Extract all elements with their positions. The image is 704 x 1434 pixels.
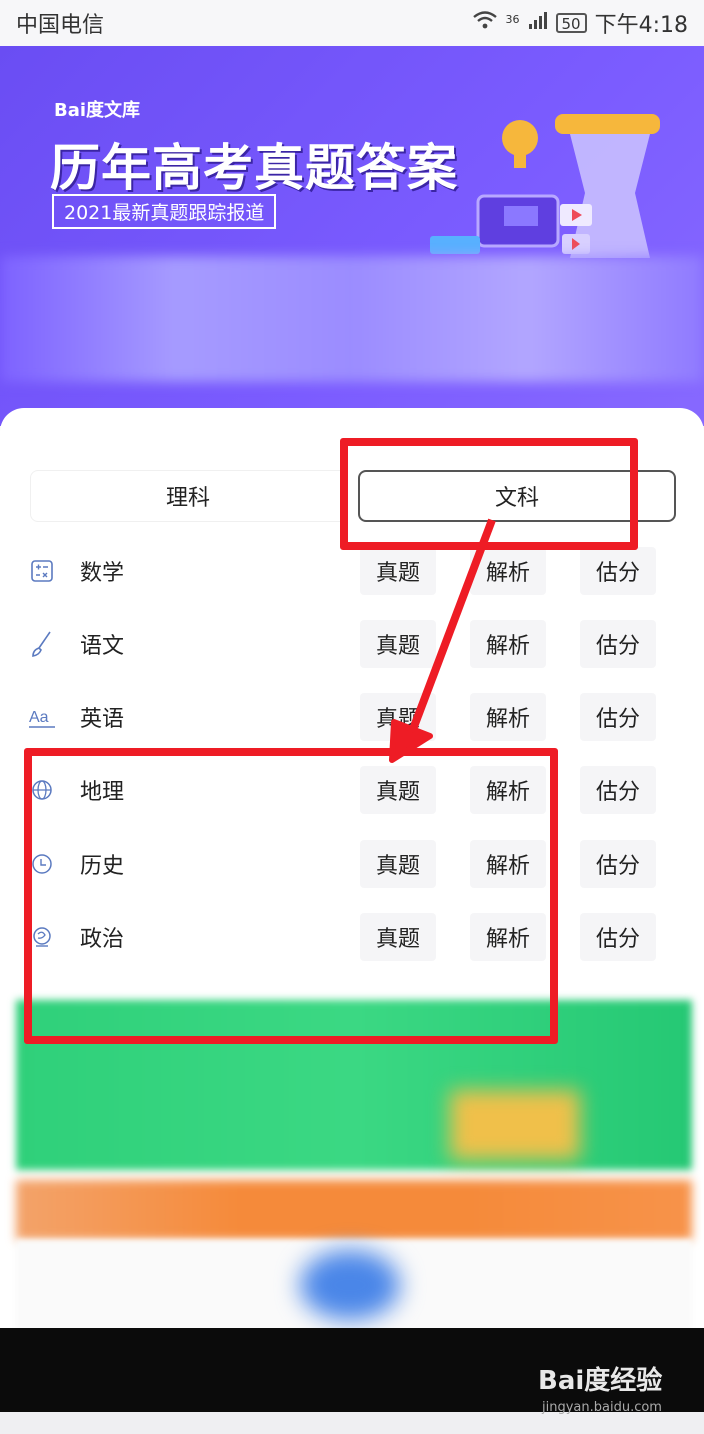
blurred-orange-bar xyxy=(16,1180,692,1240)
annotation-box-subjects xyxy=(24,748,558,1044)
calculator-icon xyxy=(28,557,56,585)
analysis-button[interactable]: 解析 xyxy=(470,693,546,741)
score-estimate-button[interactable]: 估分 xyxy=(580,547,656,595)
score-estimate-button[interactable]: 估分 xyxy=(580,766,656,814)
real-exam-button[interactable]: 真题 xyxy=(360,620,436,668)
score-estimate-button[interactable]: 估分 xyxy=(580,620,656,668)
svg-text:Aa: Aa xyxy=(29,709,49,726)
aa-letters-icon: Aa xyxy=(28,703,56,731)
banner-blurred-content xyxy=(0,256,704,382)
bottom-strip xyxy=(0,1412,704,1434)
watermark-logo: Bai度经验 xyxy=(538,1366,663,1396)
subject-name: 语文 xyxy=(80,634,125,659)
baidu-wenku-logo: Bai度文库 xyxy=(54,100,141,121)
real-exam-button[interactable]: 真题 xyxy=(360,547,436,595)
brush-icon xyxy=(28,630,56,658)
score-estimate-button[interactable]: 估分 xyxy=(580,913,656,961)
banner-subtitle: 2021最新真题跟踪报道 xyxy=(52,194,277,229)
subject-row-english: Aa 英语 真题 解析 估分 xyxy=(28,692,678,742)
battery-icon: 50 xyxy=(555,13,587,33)
subject-row-chinese: 语文 真题 解析 估分 xyxy=(28,619,678,669)
analysis-button[interactable]: 解析 xyxy=(470,547,546,595)
real-exam-button[interactable]: 真题 xyxy=(360,693,436,741)
annotation-box-tab xyxy=(340,438,638,550)
watermark-url: jingyan.baidu.com xyxy=(542,1400,662,1415)
subject-name: 英语 xyxy=(80,707,125,732)
tab-science[interactable]: 理科 xyxy=(30,470,346,522)
banner-title: 历年高考真题答案 xyxy=(50,139,458,197)
analysis-button[interactable]: 解析 xyxy=(470,620,546,668)
banner-illustration-icon xyxy=(430,108,690,258)
score-estimate-button[interactable]: 估分 xyxy=(580,840,656,888)
carrier-label: 中国电信 xyxy=(16,13,105,38)
wifi-icon xyxy=(472,10,498,36)
clock-time: 下午4:18 xyxy=(594,13,688,38)
status-indicators: 36 50 下午4:18 xyxy=(472,7,688,39)
subject-row-math: 数学 真题 解析 估分 xyxy=(28,546,678,596)
signal-icon xyxy=(528,10,548,36)
subject-name: 数学 xyxy=(80,561,125,586)
status-bar: 中国电信 36 50 下午4:18 xyxy=(0,0,704,46)
blurred-yellow-element xyxy=(450,1090,580,1160)
network-type: 36 xyxy=(505,13,520,26)
score-estimate-button[interactable]: 估分 xyxy=(580,693,656,741)
blurred-blue-element xyxy=(300,1250,400,1320)
